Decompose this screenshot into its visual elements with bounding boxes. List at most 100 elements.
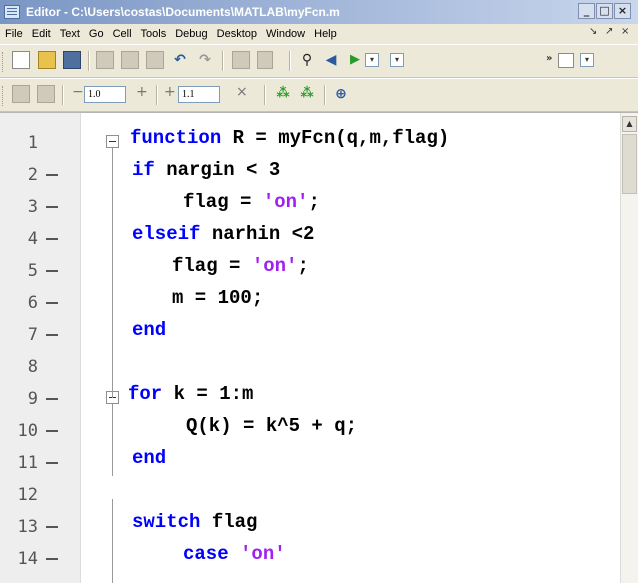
undock-button[interactable]: ↘ — [589, 26, 597, 37]
code-text: end — [132, 319, 166, 341]
editor-window: Editor - C:\Users\costas\Documents\MATLA… — [0, 0, 638, 583]
code-line[interactable]: 7 end — [0, 319, 620, 351]
back-icon[interactable]: ◀ — [322, 51, 340, 69]
code-line[interactable]: 8 — [0, 351, 620, 383]
code-editor[interactable]: 1 function R = myFcn(q,m,flag) 2 if nargin … — [0, 112, 638, 583]
line-number: 14 — [17, 549, 38, 569]
code-token: ; — [297, 255, 309, 277]
cell-value-input-2[interactable]: 1.1 — [178, 86, 220, 103]
vertical-scrollbar[interactable]: ▲ — [620, 113, 638, 583]
pin-button[interactable]: ↗ — [605, 26, 613, 37]
code-token: flag = — [172, 255, 252, 277]
layout-dropdown[interactable]: ▾ — [390, 53, 404, 67]
insert-cell-icon[interactable] — [12, 85, 30, 103]
breakpoint-marker[interactable] — [46, 526, 58, 528]
code-text: for k = 1:m — [128, 383, 253, 405]
cell-value-input-1[interactable]: 1.0 — [84, 86, 126, 103]
menu-cell[interactable]: Cell — [113, 28, 132, 40]
menu-window[interactable]: Window — [266, 28, 305, 40]
breakpoint-marker[interactable] — [46, 238, 58, 240]
new-document-icon[interactable] — [12, 51, 30, 69]
string-token: 'on' — [240, 543, 286, 565]
menu-file[interactable]: File — [5, 28, 23, 40]
copy-icon[interactable] — [121, 51, 139, 69]
code-token: narhin <2 — [200, 223, 315, 245]
code-token: Q(k) = k^5 + q; — [186, 415, 358, 437]
code-line[interactable]: 9 for k = 1:m — [0, 383, 620, 415]
code-line[interactable]: 10 Q(k) = k^5 + q; — [0, 415, 620, 447]
line-number: 2 — [27, 165, 38, 185]
code-line[interactable]: 3 flag = 'on'; — [0, 191, 620, 223]
scrollbar-thumb[interactable] — [622, 134, 637, 194]
breakpoint-marker[interactable] — [46, 334, 58, 336]
code-line[interactable]: 13 switch flag — [0, 511, 620, 543]
code-line[interactable]: 11 end — [0, 447, 620, 479]
breakpoint-marker[interactable] — [46, 558, 58, 560]
menu-edit[interactable]: Edit — [32, 28, 51, 40]
code-token: m = 100; — [172, 287, 264, 309]
code-line[interactable]: 14 case 'on' — [0, 543, 620, 575]
breakpoint-marker[interactable] — [46, 206, 58, 208]
run-cell-icon[interactable]: ⁂ — [274, 85, 292, 103]
multiply-button[interactable]: × — [236, 84, 248, 100]
cell-toolbar: − 1.0 + + 1.1 × ⁂ ⁂ ⊕ — [0, 78, 638, 112]
open-folder-icon[interactable] — [38, 51, 56, 69]
code-text: m = 100; — [172, 287, 263, 309]
menu-tools[interactable]: Tools — [141, 28, 167, 40]
code-line[interactable]: 2 if nargin < 3 — [0, 159, 620, 191]
paste-icon[interactable] — [146, 51, 164, 69]
breakpoint-marker[interactable] — [46, 270, 58, 272]
restore-button[interactable]: □ — [596, 3, 613, 19]
keyword-token: end — [132, 447, 167, 469]
code-text: function R = myFcn(q,m,flag) — [130, 127, 449, 149]
print-icon[interactable] — [232, 51, 250, 69]
add-button[interactable]: + — [164, 84, 176, 100]
forward-dropdown[interactable]: ▾ — [365, 53, 379, 67]
breakpoint-marker[interactable] — [46, 398, 58, 400]
line-number: 8 — [27, 357, 38, 377]
stack-icon[interactable] — [257, 51, 273, 69]
menu-go[interactable]: Go — [89, 28, 104, 40]
title-bar[interactable]: Editor - C:\Users\costas\Documents\MATLA… — [0, 0, 638, 24]
scroll-up-button[interactable]: ▲ — [622, 116, 637, 132]
menu-desktop[interactable]: Desktop — [217, 28, 257, 40]
save-icon[interactable] — [63, 51, 81, 69]
breakpoint-marker[interactable] — [46, 430, 58, 432]
code-line[interactable]: 4 elseif narhin <2 — [0, 223, 620, 255]
minimize-button[interactable]: _ — [578, 3, 595, 19]
decrement-button[interactable]: − — [72, 84, 84, 100]
find-icon[interactable]: ⚲ — [298, 51, 316, 69]
menu-debug[interactable]: Debug — [175, 28, 207, 40]
toolbar-grip[interactable] — [2, 86, 6, 106]
run-advance-icon[interactable]: ⁂ — [298, 85, 316, 103]
menu-text[interactable]: Text — [60, 28, 80, 40]
toolbar-separator — [264, 85, 266, 105]
code-line[interactable]: 1 function R = myFcn(q,m,flag) — [0, 127, 620, 159]
close-window-button[interactable]: × — [614, 3, 631, 19]
forward-icon[interactable]: ▶ — [346, 51, 364, 69]
code-line[interactable]: 5 flag = 'on'; — [0, 255, 620, 287]
code-line[interactable]: 12 — [0, 479, 620, 511]
toolbar-grip[interactable] — [2, 52, 6, 72]
fold-toggle-icon[interactable] — [106, 135, 119, 148]
increment-button[interactable]: + — [136, 84, 148, 100]
zoom-icon[interactable]: ⊕ — [332, 85, 350, 103]
undo-icon[interactable]: ↶ — [171, 51, 189, 69]
keyword-token: for — [128, 383, 163, 405]
redo-icon[interactable]: ↷ — [196, 51, 214, 69]
breakpoint-marker[interactable] — [46, 462, 58, 464]
code-text: case 'on' — [183, 543, 286, 565]
cut-icon[interactable] — [96, 51, 114, 69]
layout-icon[interactable] — [558, 53, 574, 68]
close-document-button[interactable]: × — [621, 26, 629, 37]
toolbar-overflow[interactable]: » — [546, 53, 552, 64]
eval-cell-icon[interactable] — [37, 85, 55, 103]
menu-help[interactable]: Help — [314, 28, 337, 40]
toolbar-separator — [222, 51, 224, 71]
breakpoint-marker[interactable] — [46, 174, 58, 176]
breakpoint-marker[interactable] — [46, 302, 58, 304]
keyword-token: case — [183, 543, 229, 565]
layout-select-dropdown[interactable]: ▾ — [580, 53, 594, 67]
code-line[interactable]: 6 m = 100; — [0, 287, 620, 319]
